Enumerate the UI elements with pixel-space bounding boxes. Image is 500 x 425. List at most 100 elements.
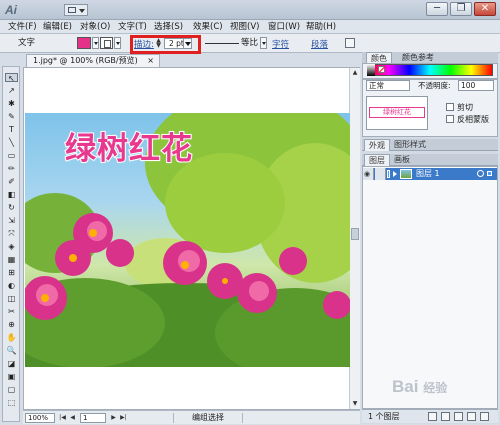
make-clipping-mask-icon[interactable] [441,412,450,421]
close-button[interactable]: ✕ [474,2,496,16]
artboard-number-field[interactable]: 1 [80,413,106,423]
menu-file[interactable]: 文件(F) [8,21,37,33]
visibility-eye-icon[interactable] [363,168,374,180]
locate-object-icon[interactable] [428,412,437,421]
layer-color-chip [387,170,390,178]
menu-object[interactable]: 对象(O) [80,21,110,33]
layers-footer: 1 个图层 [362,409,498,423]
gradient-tool-icon[interactable]: ◫ [5,294,18,303]
lasso-tool-icon[interactable]: ✎ [5,112,18,121]
character-link[interactable]: 字符 [272,38,289,50]
expand-layer-icon[interactable] [393,171,397,177]
tab-appearance[interactable]: 外观 [364,139,390,151]
line-tool-icon[interactable]: ╲ [5,138,18,147]
color-spectrum[interactable] [367,64,493,76]
stroke-color-dropdown[interactable] [114,37,121,49]
eyedropper-tool-icon[interactable]: ⊕ [5,320,18,329]
menu-window[interactable]: 窗口(W) [268,21,300,33]
first-artboard-icon[interactable]: |◀ [58,413,67,423]
color-mode-tool-icon[interactable]: ▣ [5,372,18,381]
transparency-thumbnail[interactable]: 绿树红花 [366,96,428,130]
symbol-sprayer-tool-icon[interactable]: ▦ [5,255,18,264]
new-sublayer-icon[interactable] [454,412,463,421]
thumbnail-text: 绿树红花 [369,107,425,118]
blob-brush-tool-icon[interactable]: ◧ [5,190,18,199]
workspace-switcher[interactable] [64,4,88,16]
next-artboard-icon[interactable]: ▶ [109,413,118,423]
tab-graphic-styles[interactable]: 图形样式 [390,139,430,151]
profile-label[interactable]: 等比 [241,38,258,49]
align-left-icon[interactable] [345,38,355,48]
scale-tool-icon[interactable]: ⇲ [5,216,18,225]
fill-dropdown[interactable] [92,37,99,49]
paintbrush-tool-icon[interactable]: ✏ [5,164,18,173]
minimize-button[interactable]: ─ [426,2,448,16]
scroll-thumb[interactable] [351,228,359,240]
invert-mask-checkbox[interactable] [446,115,454,123]
maximize-button[interactable]: ❐ [450,2,472,16]
menu-effect[interactable]: 效果(C) [193,21,223,33]
layer-row[interactable]: 图层 1 [363,168,497,180]
color-black-white[interactable] [367,64,375,76]
lock-toggle[interactable] [375,168,386,180]
title-bar: Ai ─ ❐ ✕ [0,0,500,20]
menu-type[interactable]: 文字(T) [118,21,147,33]
document-tab[interactable]: 1.jpg* @ 100% (RGB/预览) × [26,54,160,67]
variable-width-profile[interactable] [205,43,239,44]
selection-indicator[interactable] [487,171,492,176]
status-bar: 100% |◀ ◀ 1 ▶ ▶| 编组选择 [23,410,360,424]
none-color-icon[interactable] [378,66,385,73]
stroke-color-swatch[interactable] [100,37,113,49]
opacity-label: 不透明度: [418,81,451,90]
appearance-panel-tabs: 外观 图形样式 [362,139,498,151]
hand-tool-icon[interactable]: ✋ [5,333,18,342]
menu-view[interactable]: 视图(V) [230,21,259,33]
layer-name[interactable]: 图层 1 [416,168,440,180]
menu-select[interactable]: 选择(S) [154,21,183,33]
menu-edit[interactable]: 编辑(E) [43,21,72,33]
prev-artboard-icon[interactable]: ◀ [68,413,77,423]
paragraph-link[interactable]: 段落 [311,38,328,50]
scissors-tool-icon[interactable]: ✂ [5,307,18,316]
mesh-tool-icon[interactable]: ◐ [5,281,18,290]
artwork-image[interactable]: 绿树红花 [25,113,350,367]
clip-checkbox[interactable] [446,103,454,111]
menu-bar: 文件(F) 编辑(E) 对象(O) 文字(T) 选择(S) 效果(C) 视图(V… [0,20,500,34]
artwork-title-text[interactable]: 绿树红花 [64,123,193,168]
rotate-tool-icon[interactable]: ↻ [5,203,18,212]
selection-tool-icon[interactable]: ↖ [5,73,18,83]
current-tool-label[interactable]: 编组选择 [173,413,243,423]
screen-mode-tool-icon[interactable]: ⬚ [5,398,18,407]
scroll-down-icon[interactable]: ▼ [351,400,359,408]
pencil-tool-icon[interactable]: ✐ [5,177,18,186]
object-type-label: 文字 [18,38,36,48]
draw-mode-tool-icon[interactable]: ▢ [5,385,18,394]
direct-selection-tool-icon[interactable]: ↗ [5,86,18,95]
graph-tool-icon[interactable]: ⊞ [5,268,18,277]
fill-color-swatch[interactable] [77,37,91,49]
target-circle-icon[interactable] [477,170,484,177]
new-layer-icon[interactable] [467,412,476,421]
stroke-highlight-annotation [130,35,201,54]
scroll-up-icon[interactable]: ▲ [351,69,359,77]
vertical-scrollbar[interactable]: ▲ ▼ [349,68,360,409]
magic-wand-tool-icon[interactable]: ✱ [5,99,18,108]
warp-tool-icon[interactable]: ⤧ [5,229,18,238]
opacity-field[interactable]: 100 [458,80,494,91]
free-transform-tool-icon[interactable]: ◈ [5,242,18,251]
layers-panel-tabs: 图层 画板 [362,154,498,166]
close-tab-icon[interactable]: × [147,55,154,67]
fill-stroke-tool-icon[interactable]: ◪ [5,359,18,368]
zoom-field[interactable]: 100% [25,413,55,423]
tab-artboards[interactable]: 画板 [390,154,414,166]
profile-dropdown[interactable] [260,37,267,49]
delete-layer-icon[interactable] [480,412,489,421]
menu-help[interactable]: 帮助(H) [306,21,336,33]
rectangle-tool-icon[interactable]: ▭ [5,151,18,160]
tab-layers[interactable]: 图层 [364,154,390,166]
watermark-suffix: 经验 [423,381,448,395]
last-artboard-icon[interactable]: ▶| [119,413,128,423]
type-tool-icon[interactable]: T [5,125,18,134]
blend-mode-select[interactable]: 正常 [366,80,410,91]
zoom-tool-icon[interactable]: 🔍 [5,346,18,355]
